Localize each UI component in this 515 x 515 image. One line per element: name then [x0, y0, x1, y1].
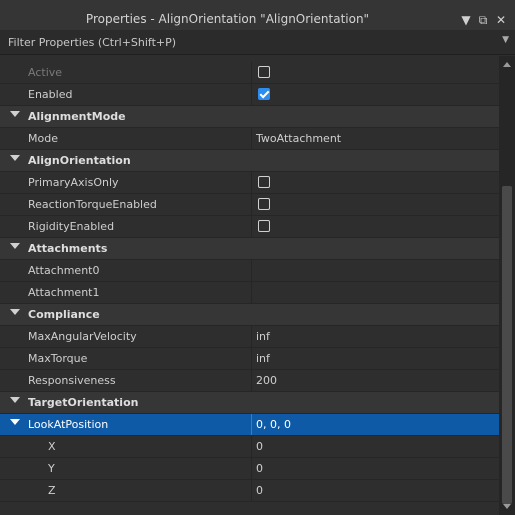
- scroll-up-icon[interactable]: [503, 62, 511, 67]
- property-value[interactable]: [251, 260, 499, 281]
- property-row-active[interactable]: Active: [0, 62, 499, 84]
- rigidityenabled-checkbox[interactable]: [258, 220, 270, 232]
- chevron-down-icon[interactable]: [10, 111, 20, 117]
- property-row-rigidityenabled[interactable]: RigidityEnabled: [0, 216, 499, 238]
- category-label: Attachments: [28, 242, 108, 255]
- property-row-y[interactable]: Y 0: [0, 458, 499, 480]
- chevron-down-icon[interactable]: [10, 243, 20, 249]
- chevron-down-icon[interactable]: ▼: [502, 35, 509, 45]
- property-row-attachment0[interactable]: Attachment0: [0, 260, 499, 282]
- property-value[interactable]: inf: [251, 326, 499, 347]
- reactiontorqueenabled-checkbox[interactable]: [258, 198, 270, 210]
- property-value[interactable]: [251, 84, 499, 105]
- category-label: AlignOrientation: [28, 154, 131, 167]
- chevron-down-icon[interactable]: [10, 419, 20, 425]
- property-value[interactable]: [251, 282, 499, 303]
- chevron-down-icon[interactable]: ▼: [459, 13, 473, 27]
- property-label: Responsiveness: [28, 374, 116, 387]
- property-row-mode[interactable]: Mode TwoAttachment: [0, 128, 499, 150]
- property-value[interactable]: inf: [251, 348, 499, 369]
- category-label: Compliance: [28, 308, 100, 321]
- property-label: ReactionTorqueEnabled: [28, 198, 157, 211]
- property-row-primaryaxisonly[interactable]: PrimaryAxisOnly: [0, 172, 499, 194]
- filter-placeholder: Filter Properties (Ctrl+Shift+P): [8, 36, 177, 49]
- x-value[interactable]: 0: [256, 440, 263, 453]
- property-value[interactable]: 200: [251, 370, 499, 391]
- primaryaxisonly-checkbox[interactable]: [258, 176, 270, 188]
- category-label: TargetOrientation: [28, 396, 139, 409]
- mode-value[interactable]: TwoAttachment: [256, 132, 341, 145]
- category-compliance[interactable]: Compliance: [0, 304, 499, 326]
- property-value[interactable]: TwoAttachment: [251, 128, 499, 149]
- property-label: MaxAngularVelocity: [28, 330, 137, 343]
- property-row-enabled[interactable]: Enabled: [0, 84, 499, 106]
- property-row-maxangularvelocity[interactable]: MaxAngularVelocity inf: [0, 326, 499, 348]
- property-value[interactable]: [251, 194, 499, 215]
- float-window-icon[interactable]: ⧉: [476, 13, 490, 27]
- property-row-lookatposition[interactable]: LookAtPosition 0, 0, 0: [0, 414, 499, 436]
- property-value[interactable]: 0, 0, 0: [251, 414, 499, 435]
- property-label: MaxTorque: [28, 352, 88, 365]
- chevron-down-icon[interactable]: [10, 397, 20, 403]
- y-value[interactable]: 0: [256, 462, 263, 475]
- property-label: Z: [48, 484, 56, 497]
- property-row-responsiveness[interactable]: Responsiveness 200: [0, 370, 499, 392]
- chevron-down-icon[interactable]: [10, 155, 20, 161]
- scroll-down-icon[interactable]: [503, 504, 511, 509]
- property-value[interactable]: 0: [251, 458, 499, 479]
- property-row-attachment1[interactable]: Attachment1: [0, 282, 499, 304]
- property-value[interactable]: [251, 62, 499, 83]
- property-row-maxtorque[interactable]: MaxTorque inf: [0, 348, 499, 370]
- filter-input[interactable]: Filter Properties (Ctrl+Shift+P) ▼: [0, 30, 515, 55]
- active-checkbox[interactable]: [258, 66, 270, 78]
- property-label: Attachment1: [28, 286, 100, 299]
- close-icon[interactable]: ✕: [494, 13, 508, 27]
- property-grid: Active Enabled AlignmentMode Mode TwoAtt…: [0, 62, 499, 515]
- property-label: Attachment0: [28, 264, 100, 277]
- property-value[interactable]: 0: [251, 480, 499, 501]
- category-attachments[interactable]: Attachments: [0, 238, 499, 260]
- property-label: Enabled: [28, 88, 73, 101]
- z-value[interactable]: 0: [256, 484, 263, 497]
- category-label: AlignmentMode: [28, 110, 126, 123]
- property-label: LookAtPosition: [28, 418, 109, 431]
- category-alignorientation[interactable]: AlignOrientation: [0, 150, 499, 172]
- property-label: PrimaryAxisOnly: [28, 176, 119, 189]
- property-row-reactiontorqueenabled[interactable]: ReactionTorqueEnabled: [0, 194, 499, 216]
- scroll-thumb[interactable]: [502, 186, 512, 504]
- category-alignmentmode[interactable]: AlignmentMode: [0, 106, 499, 128]
- property-value[interactable]: [251, 216, 499, 237]
- property-label: RigidityEnabled: [28, 220, 115, 233]
- category-targetorientation[interactable]: TargetOrientation: [0, 392, 499, 414]
- window-title: Properties - AlignOrientation "AlignOrie…: [85, 12, 370, 26]
- property-row-x[interactable]: X 0: [0, 436, 499, 458]
- responsiveness-value[interactable]: 200: [256, 374, 277, 387]
- property-row-z[interactable]: Z 0: [0, 480, 499, 502]
- lookatposition-value[interactable]: 0, 0, 0: [256, 418, 291, 431]
- property-label: Mode: [28, 132, 58, 145]
- property-label: Active: [28, 66, 63, 79]
- maxtorque-value[interactable]: inf: [256, 352, 270, 365]
- property-value[interactable]: [251, 172, 499, 193]
- enabled-checkbox[interactable]: [258, 88, 270, 100]
- chevron-down-icon[interactable]: [10, 309, 20, 315]
- property-label: Y: [48, 462, 55, 475]
- property-value[interactable]: 0: [251, 436, 499, 457]
- vertical-scrollbar[interactable]: [499, 56, 515, 515]
- maxangularvelocity-value[interactable]: inf: [256, 330, 270, 343]
- property-label: X: [48, 440, 56, 453]
